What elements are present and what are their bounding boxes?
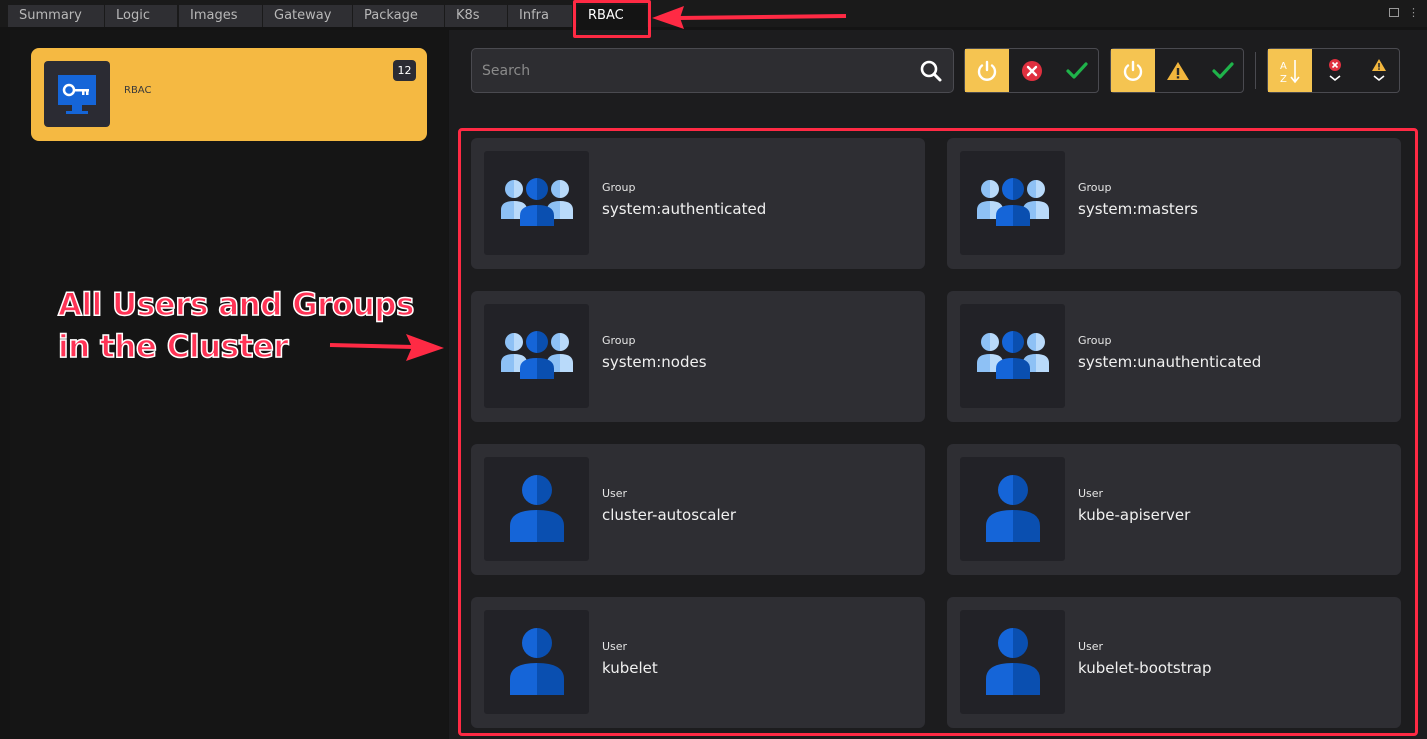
- arrow-to-grid: [329, 334, 444, 361]
- sort-warning-icon: [1372, 58, 1386, 81]
- sort-error-button[interactable]: [1313, 49, 1357, 92]
- warning-filter-button[interactable]: [1156, 49, 1200, 92]
- sort-warning-button[interactable]: [1357, 49, 1401, 92]
- annotation-line-1: All Users and Groups: [57, 286, 415, 324]
- toolbar-divider: [1255, 52, 1256, 89]
- arrow-to-tab: [652, 6, 847, 29]
- tab-logic[interactable]: Logic: [105, 5, 177, 27]
- sort-error-icon: [1329, 58, 1341, 81]
- sort-group: A Z: [1267, 48, 1400, 93]
- tab-highlight-frame: [573, 0, 651, 38]
- power-filter-button[interactable]: [965, 49, 1009, 92]
- search-box: [471, 48, 954, 93]
- rbac-card-label: RBAC: [124, 85, 152, 96]
- rbac-category-card[interactable]: RBAC 12: [31, 48, 427, 141]
- warning-icon: [1167, 61, 1189, 80]
- tab-infra[interactable]: Infra: [508, 5, 572, 27]
- svg-text:Z: Z: [1280, 74, 1287, 85]
- restore-window-icon[interactable]: [1389, 8, 1399, 17]
- highlight-frame: [458, 128, 1418, 736]
- tab-images[interactable]: Images: [179, 5, 262, 27]
- check-icon: [1212, 61, 1234, 79]
- error-filter-button[interactable]: [1010, 49, 1054, 92]
- ok-filter-button[interactable]: [1055, 49, 1099, 92]
- error-icon: [1022, 60, 1042, 81]
- warning-filter-group: [1110, 48, 1244, 93]
- tab-package[interactable]: Package: [353, 5, 444, 27]
- check-icon: [1066, 61, 1088, 79]
- tab-gateway[interactable]: Gateway: [263, 5, 352, 27]
- tab-k8s[interactable]: K8s: [445, 5, 507, 27]
- power-icon: [1123, 60, 1143, 81]
- power-filter-button-2[interactable]: [1111, 49, 1155, 92]
- count-badge: 12: [393, 60, 416, 81]
- tab-summary[interactable]: Summary: [8, 5, 104, 27]
- status-filter-group: [964, 48, 1099, 93]
- power-icon: [977, 60, 997, 81]
- search-icon[interactable]: [919, 59, 943, 83]
- sort-az-icon: A Z: [1280, 59, 1300, 85]
- search-input[interactable]: [482, 49, 902, 92]
- sort-az-button[interactable]: A Z: [1268, 49, 1312, 92]
- window-menu-icon[interactable]: ⋮: [1408, 7, 1419, 18]
- ok-filter-button-2[interactable]: [1201, 49, 1245, 92]
- svg-text:A: A: [1280, 61, 1287, 72]
- monitor-key-icon: [44, 61, 110, 127]
